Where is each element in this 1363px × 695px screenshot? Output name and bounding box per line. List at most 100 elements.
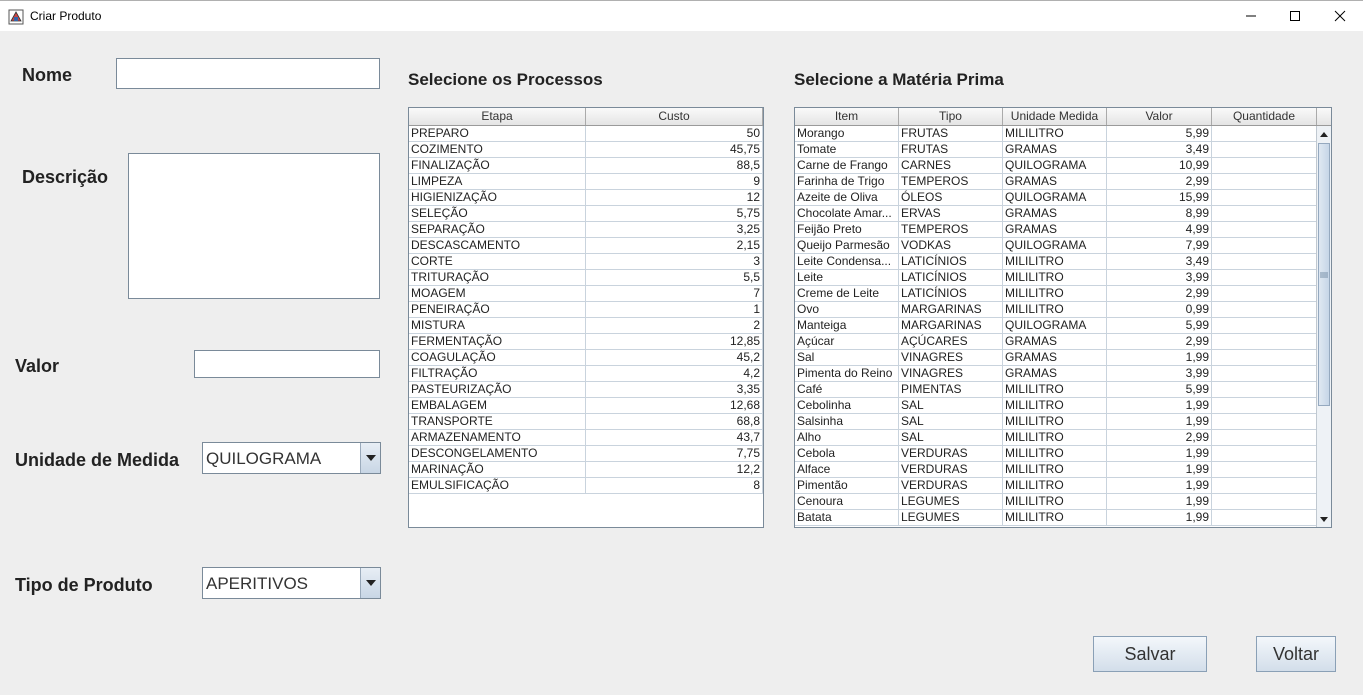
table-cell[interactable]: SELEÇÃO [409, 206, 586, 221]
table-cell[interactable]: 2,99 [1107, 334, 1212, 349]
table-row[interactable]: Farinha de Trigo TEMPEROS GRAMAS 2,99 [795, 174, 1317, 190]
table-cell[interactable]: MARINAÇÃO [409, 462, 586, 477]
table-cell[interactable]: FRUTAS [899, 126, 1003, 141]
table-cell[interactable]: TEMPEROS [899, 174, 1003, 189]
table-cell[interactable]: 7 [586, 286, 763, 301]
nome-input[interactable] [116, 58, 380, 89]
table-cell[interactable]: LATICÍNIOS [899, 254, 1003, 269]
table-cell[interactable] [1212, 318, 1317, 333]
table-row[interactable]: MISTURA 2 [409, 318, 763, 334]
table-cell[interactable]: LATICÍNIOS [899, 286, 1003, 301]
table-cell[interactable]: GRAMAS [1003, 350, 1107, 365]
table-cell[interactable]: SAL [899, 414, 1003, 429]
table-row[interactable]: LIMPEZA 9 [409, 174, 763, 190]
table-cell[interactable] [1212, 494, 1317, 509]
voltar-button[interactable]: Voltar [1256, 636, 1336, 672]
table-cell[interactable] [1212, 190, 1317, 205]
table-row[interactable]: PREPARO 50 [409, 126, 763, 142]
table-cell[interactable] [1212, 222, 1317, 237]
table-cell[interactable]: SAL [899, 430, 1003, 445]
table-cell[interactable] [1212, 286, 1317, 301]
processos-table[interactable]: Etapa Custo PREPARO 50 COZIMENTO 45,75 FINAL… [408, 107, 764, 528]
table-cell[interactable]: 8,99 [1107, 206, 1212, 221]
table-row[interactable]: Alface VERDURAS MILILITRO 1,99 [795, 462, 1317, 478]
table-cell[interactable]: Manteiga [795, 318, 899, 333]
valor-input[interactable] [194, 350, 380, 378]
table-cell[interactable]: COAGULAÇÃO [409, 350, 586, 365]
table-cell[interactable]: LEGUMES [899, 494, 1003, 509]
table-cell[interactable]: MILILITRO [1003, 510, 1107, 525]
table-cell[interactable] [1212, 446, 1317, 461]
table-row[interactable]: Carne de Frango CARNES QUILOGRAMA 10,99 [795, 158, 1317, 174]
table-cell[interactable]: 1,99 [1107, 398, 1212, 413]
table-row[interactable]: TRANSPORTE 68,8 [409, 414, 763, 430]
table-cell[interactable]: MARGARINAS [899, 318, 1003, 333]
table-cell[interactable]: 12,2 [586, 462, 763, 477]
table-cell[interactable]: GRAMAS [1003, 222, 1107, 237]
table-cell[interactable]: 3 [586, 254, 763, 269]
table-cell[interactable] [1212, 302, 1317, 317]
scroll-up-button[interactable] [1318, 127, 1330, 141]
table-cell[interactable]: Chocolate Amar... [795, 206, 899, 221]
table-cell[interactable]: GRAMAS [1003, 142, 1107, 157]
table-cell[interactable]: MILILITRO [1003, 286, 1107, 301]
minimize-button[interactable] [1228, 1, 1274, 31]
table-cell[interactable]: VINAGRES [899, 350, 1003, 365]
table-cell[interactable]: DESCASCAMENTO [409, 238, 586, 253]
table-cell[interactable] [1212, 206, 1317, 221]
table-cell[interactable]: VODKAS [899, 238, 1003, 253]
table-row[interactable]: Ovo MARGARINAS MILILITRO 0,99 [795, 302, 1317, 318]
table-row[interactable]: Batata LEGUMES MILILITRO 1,99 [795, 510, 1317, 526]
table-row[interactable]: SEPARAÇÃO 3,25 [409, 222, 763, 238]
table-cell[interactable]: 15,99 [1107, 190, 1212, 205]
table-cell[interactable]: Cenoura [795, 494, 899, 509]
vertical-scrollbar[interactable] [1316, 126, 1331, 527]
table-cell[interactable]: 0,99 [1107, 302, 1212, 317]
table-row[interactable]: MARINAÇÃO 12,2 [409, 462, 763, 478]
table-row[interactable]: FILTRAÇÃO 4,2 [409, 366, 763, 382]
table-cell[interactable]: MISTURA [409, 318, 586, 333]
table-cell[interactable]: VERDURAS [899, 478, 1003, 493]
table-cell[interactable]: GRAMAS [1003, 206, 1107, 221]
table-cell[interactable]: MILILITRO [1003, 414, 1107, 429]
table-cell[interactable]: 45,2 [586, 350, 763, 365]
table-cell[interactable]: 5,75 [586, 206, 763, 221]
table-cell[interactable]: 5,99 [1107, 382, 1212, 397]
table-cell[interactable]: Pimenta do Reino [795, 366, 899, 381]
table-cell[interactable]: 3,49 [1107, 142, 1212, 157]
table-row[interactable]: Cenoura LEGUMES MILILITRO 1,99 [795, 494, 1317, 510]
table-row[interactable]: Manteiga MARGARINAS QUILOGRAMA 5,99 [795, 318, 1317, 334]
table-cell[interactable]: FILTRAÇÃO [409, 366, 586, 381]
table-row[interactable]: Pimenta do Reino VINAGRES GRAMAS 3,99 [795, 366, 1317, 382]
table-cell[interactable]: 1,99 [1107, 446, 1212, 461]
table-cell[interactable]: GRAMAS [1003, 366, 1107, 381]
column-header-quantidade[interactable]: Quantidade [1212, 108, 1317, 125]
table-cell[interactable]: VERDURAS [899, 446, 1003, 461]
table-cell[interactable]: Carne de Frango [795, 158, 899, 173]
table-cell[interactable] [1212, 510, 1317, 525]
table-cell[interactable]: Batata [795, 510, 899, 525]
table-cell[interactable]: 12,68 [586, 398, 763, 413]
table-cell[interactable] [1212, 142, 1317, 157]
table-row[interactable]: COAGULAÇÃO 45,2 [409, 350, 763, 366]
table-cell[interactable] [1212, 270, 1317, 285]
table-cell[interactable]: QUILOGRAMA [1003, 190, 1107, 205]
table-row[interactable]: Azeite de Oliva ÓLEOS QUILOGRAMA 15,99 [795, 190, 1317, 206]
scroll-thumb[interactable] [1318, 143, 1330, 406]
table-cell[interactable]: CARNES [899, 158, 1003, 173]
table-cell[interactable]: Azeite de Oliva [795, 190, 899, 205]
table-cell[interactable]: Salsinha [795, 414, 899, 429]
table-cell[interactable]: PREPARO [409, 126, 586, 141]
dropdown-arrow[interactable] [360, 443, 380, 473]
table-cell[interactable] [1212, 334, 1317, 349]
table-cell[interactable]: QUILOGRAMA [1003, 158, 1107, 173]
table-cell[interactable]: 7,99 [1107, 238, 1212, 253]
table-cell[interactable]: ERVAS [899, 206, 1003, 221]
table-cell[interactable]: Queijo Parmesão [795, 238, 899, 253]
table-cell[interactable]: AÇÚCARES [899, 334, 1003, 349]
table-row[interactable]: DESCASCAMENTO 2,15 [409, 238, 763, 254]
table-cell[interactable]: Leite Condensa... [795, 254, 899, 269]
table-cell[interactable]: Tomate [795, 142, 899, 157]
table-cell[interactable]: Pimentão [795, 478, 899, 493]
table-cell[interactable]: 5,99 [1107, 318, 1212, 333]
